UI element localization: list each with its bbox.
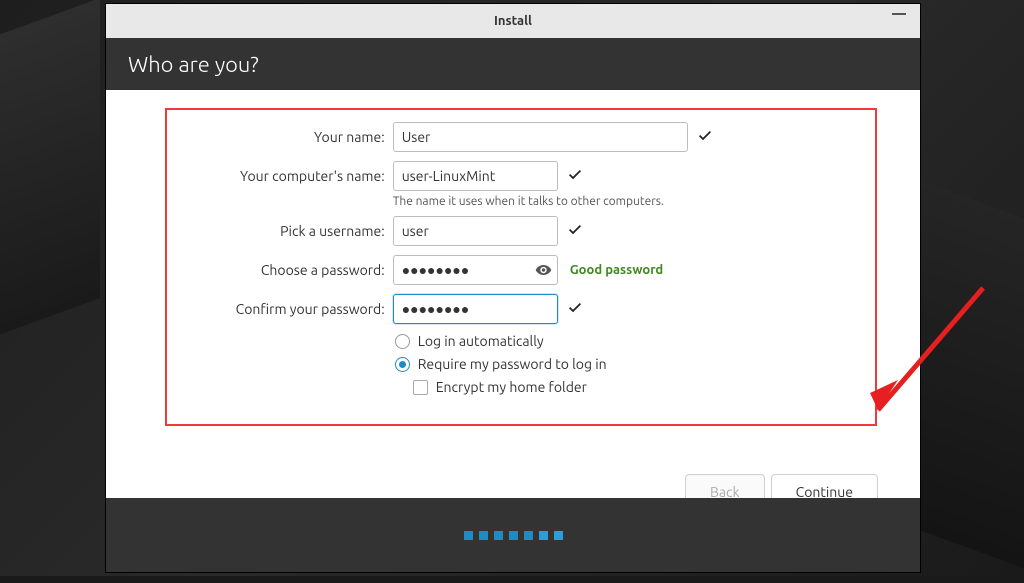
computer-helper: The name it uses when it talks to other … <box>393 195 875 208</box>
progress-dot <box>539 531 548 540</box>
progress-dot <box>554 531 563 540</box>
form-highlight: Your name: Your computer's name: The nam… <box>165 108 877 426</box>
confirm-label: Confirm your password: <box>167 301 393 317</box>
check-icon <box>567 299 583 319</box>
encrypt-label: Encrypt my home folder <box>436 379 587 395</box>
page-header: Who are you? <box>106 38 920 90</box>
check-icon <box>567 221 583 241</box>
progress-dot <box>509 531 518 540</box>
window-title: Install <box>494 14 532 28</box>
page-title: Who are you? <box>128 52 259 77</box>
checkbox-icon <box>413 380 428 395</box>
check-icon <box>697 127 713 147</box>
titlebar[interactable]: Install <box>106 4 920 38</box>
progress-footer <box>106 498 920 572</box>
computer-label: Your computer's name: <box>167 168 393 184</box>
username-label: Pick a username: <box>167 223 393 239</box>
name-input[interactable] <box>393 122 688 152</box>
name-label: Your name: <box>167 129 393 145</box>
radio-icon <box>395 357 410 372</box>
radio-icon <box>395 334 410 349</box>
password-strength: Good password <box>570 263 664 277</box>
require-password-label: Require my password to log in <box>418 356 607 372</box>
encrypt-checkbox[interactable]: Encrypt my home folder <box>393 379 875 395</box>
progress-dot <box>464 531 473 540</box>
computer-input[interactable] <box>393 161 558 191</box>
password-input[interactable] <box>393 255 558 285</box>
progress-dot <box>479 531 488 540</box>
username-input[interactable] <box>393 216 558 246</box>
require-password-radio[interactable]: Require my password to log in <box>393 356 875 372</box>
progress-dot <box>524 531 533 540</box>
auto-login-label: Log in automatically <box>418 333 544 349</box>
confirm-input[interactable] <box>393 294 558 324</box>
eye-icon[interactable] <box>535 262 552 279</box>
password-label: Choose a password: <box>167 262 393 278</box>
installer-window: Install Who are you? Your name: Your com… <box>105 3 921 573</box>
check-icon <box>567 166 583 186</box>
progress-dot <box>494 531 503 540</box>
auto-login-radio[interactable]: Log in automatically <box>393 333 875 349</box>
minimize-icon[interactable] <box>892 13 906 15</box>
